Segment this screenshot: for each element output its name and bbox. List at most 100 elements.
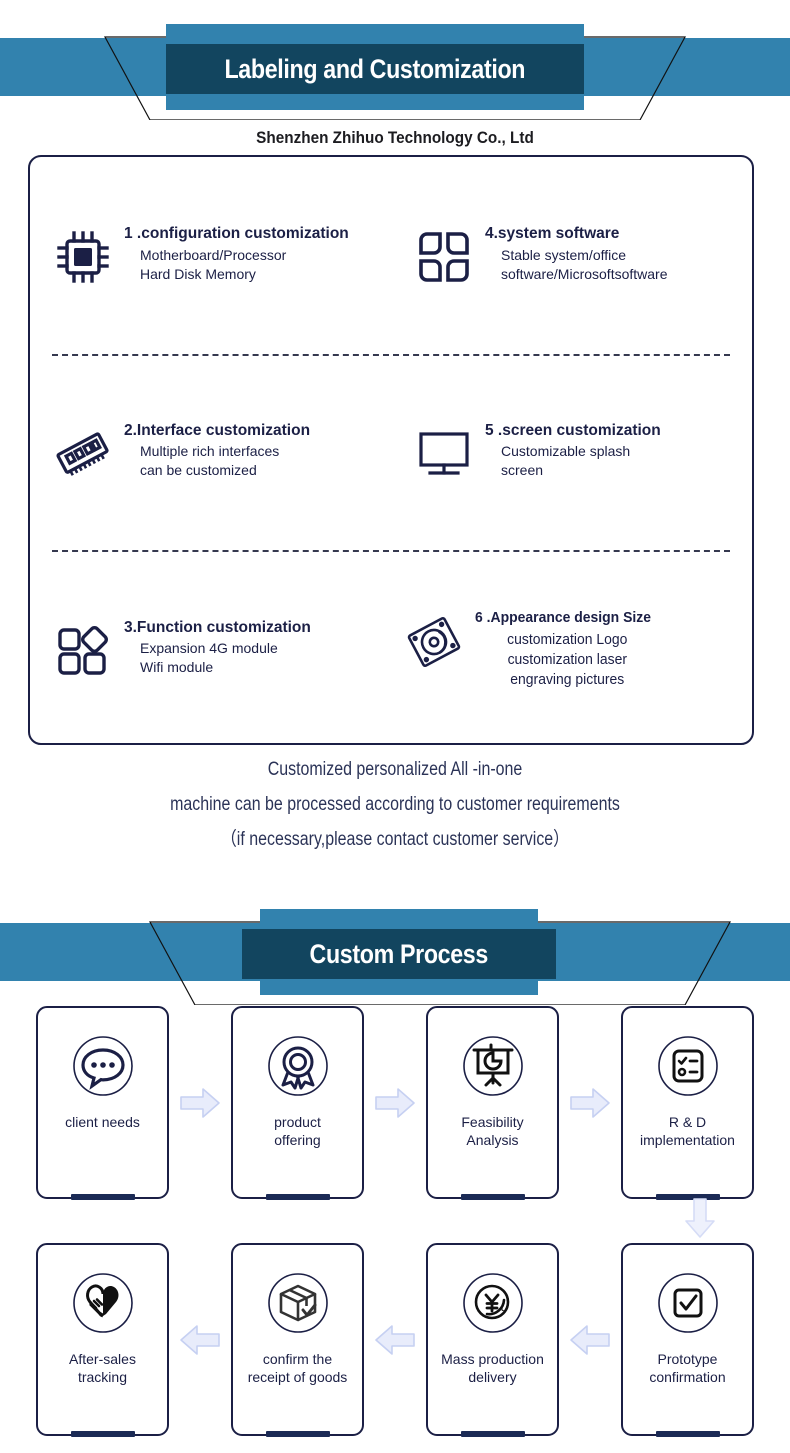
four-petals-icon <box>413 226 475 288</box>
process-card-after-sales-tracking[interactable]: After-sales tracking <box>36 1243 169 1437</box>
award-ribbon-icon <box>262 1030 334 1102</box>
process-row-2: After-sales tracking confirm the receipt… <box>0 1198 790 1437</box>
label-line: offering <box>274 1131 321 1148</box>
feature-desc-line: Wifi module <box>140 658 214 675</box>
process-card-client-needs[interactable]: client needs <box>36 1006 169 1200</box>
feature-desc-line: Multiple rich interfaces <box>140 443 280 460</box>
process-card-feasibility-analysis[interactable]: Feasibility Analysis <box>426 1006 559 1200</box>
feature-desc-line: Customizable splash <box>501 443 631 460</box>
feature-title: 5 .screen customization <box>485 421 661 439</box>
label-line: Prototype <box>657 1351 718 1367</box>
process-card-label: Prototype confirmation <box>645 1351 729 1387</box>
process-card-product-offering[interactable]: product offering <box>231 1006 364 1200</box>
label-line: receipt of goods <box>247 1368 348 1385</box>
process-card-label: confirm the receipt of goods <box>244 1351 352 1387</box>
caption-line-2: machine can be processed according to cu… <box>170 794 620 816</box>
process-card-label: Mass production delivery <box>437 1351 548 1387</box>
banner-title-block: Custom Process <box>242 929 556 979</box>
feature-desc-line: software/Microsoftsoftware <box>501 265 668 282</box>
card-footer-bar <box>655 1431 720 1437</box>
feature-desc-line: customization Logo <box>507 630 628 648</box>
feature-row-3: 3.Function customization Expansion 4G mo… <box>30 550 752 747</box>
customization-caption: Customized personalized All -in-one mach… <box>0 752 790 857</box>
banner-title-block: Labeling and Customization <box>166 44 584 94</box>
card-footer-bar <box>265 1431 330 1437</box>
feature-desc-line: Stable system/office <box>501 246 627 263</box>
package-check-icon <box>262 1267 334 1339</box>
label-line: client needs <box>65 1114 140 1130</box>
process-card-rd-implementation[interactable]: R & D implementation <box>621 1006 754 1200</box>
process-title: Custom Process <box>309 938 489 969</box>
feature-desc-line: can be customized <box>140 462 257 479</box>
feature-desc-line: Expansion 4G module <box>140 640 278 657</box>
checklist-clipboard-icon <box>652 1030 724 1102</box>
feature-title: 2.Interface customization <box>124 421 311 439</box>
process-card-label: After-sales tracking <box>65 1351 140 1387</box>
yen-coin-icon: L <box>457 1267 529 1339</box>
feature-title: 4.system software <box>485 225 620 243</box>
svg-text:L: L <box>501 1303 506 1313</box>
feature-title: 6 .Appearance design Size <box>475 608 652 626</box>
cpu-chip-icon <box>52 226 114 288</box>
checkbox-tick-icon <box>652 1267 724 1339</box>
process-card-label: product offering <box>270 1114 325 1150</box>
process-card-prototype-confirmation[interactable]: Prototype confirmation <box>621 1243 754 1437</box>
label-line: product <box>274 1114 321 1130</box>
flow-arrow-left <box>364 1243 426 1436</box>
card-footer-bar <box>70 1431 135 1437</box>
hard-disk-icon <box>403 611 465 673</box>
ram-module-icon <box>52 423 114 485</box>
feature-row-1: 1 .configuration customization Motherboa… <box>30 157 752 354</box>
flow-arrow-left <box>559 1243 621 1436</box>
feature-item-configuration: 1 .configuration customization Motherboa… <box>30 222 391 288</box>
presentation-chart-icon <box>457 1030 529 1102</box>
feature-item-screen: 5 .screen customization Customizable spl… <box>391 419 752 485</box>
card-footer-bar <box>70 1194 135 1200</box>
speech-bubble-icon <box>67 1030 139 1102</box>
company-subtitle: Shenzhen Zhihuo Technology Co., Ltd <box>256 128 534 147</box>
feature-box: 1 .configuration customization Motherboa… <box>28 155 754 745</box>
label-line: Feasibility <box>461 1114 524 1130</box>
process-card-mass-production[interactable]: L Mass production delivery <box>426 1243 559 1437</box>
row-divider <box>52 550 730 553</box>
process-card-label: R & D implementation <box>636 1114 739 1150</box>
card-footer-bar <box>265 1194 330 1200</box>
caption-line-1: Customized personalized All -in-one <box>267 759 523 780</box>
process-card-label: client needs <box>61 1114 144 1132</box>
process-card-confirm-receipt[interactable]: confirm the receipt of goods <box>231 1243 364 1437</box>
feature-desc-line: Hard Disk Memory <box>140 265 256 282</box>
label-line: delivery <box>468 1368 517 1385</box>
feature-item-function: 3.Function customization Expansion 4G mo… <box>30 616 391 682</box>
label-line: After-sales <box>69 1351 136 1367</box>
flow-arrow-right <box>559 1006 621 1199</box>
flow-arrow-down <box>680 1196 720 1240</box>
feature-item-interface: 2.Interface customization Multiple rich … <box>30 419 391 485</box>
process-card-label: Feasibility Analysis <box>457 1114 527 1150</box>
monitor-icon <box>413 423 475 485</box>
label-line: tracking <box>77 1368 127 1385</box>
feature-row-2: 2.Interface customization Multiple rich … <box>30 353 752 551</box>
card-footer-bar <box>460 1431 525 1437</box>
feature-item-appearance: 6 .Appearance design Size customization … <box>391 607 752 691</box>
process-flow: client needs product offering Feasibilit… <box>0 1005 790 1437</box>
feature-title: 3.Function customization <box>124 618 311 636</box>
flow-arrow-left <box>169 1243 231 1436</box>
label-line: Mass production <box>441 1351 544 1367</box>
card-footer-bar <box>460 1194 525 1200</box>
four-shapes-icon <box>52 620 114 682</box>
row-divider <box>52 353 730 356</box>
feature-desc-line: screen <box>501 462 544 479</box>
flow-arrow-right <box>169 1006 231 1199</box>
feature-desc-line: customization laser <box>507 650 627 668</box>
feature-title: 1 .configuration customization <box>124 225 349 243</box>
caption-line-3: （if necessary,please contact customer se… <box>220 829 570 851</box>
flow-arrow-right <box>364 1006 426 1199</box>
page-title: Labeling and Customization <box>224 53 526 84</box>
feature-desc-line: engraving pictures <box>510 671 625 689</box>
feature-desc-line: Motherboard/Processor <box>140 246 287 263</box>
label-line: confirm the <box>262 1351 333 1367</box>
process-banner: Custom Process <box>0 885 790 1005</box>
label-line: R & D <box>668 1114 707 1130</box>
label-line: Analysis <box>466 1131 519 1148</box>
process-row-1: client needs product offering Feasibilit… <box>0 1005 790 1200</box>
